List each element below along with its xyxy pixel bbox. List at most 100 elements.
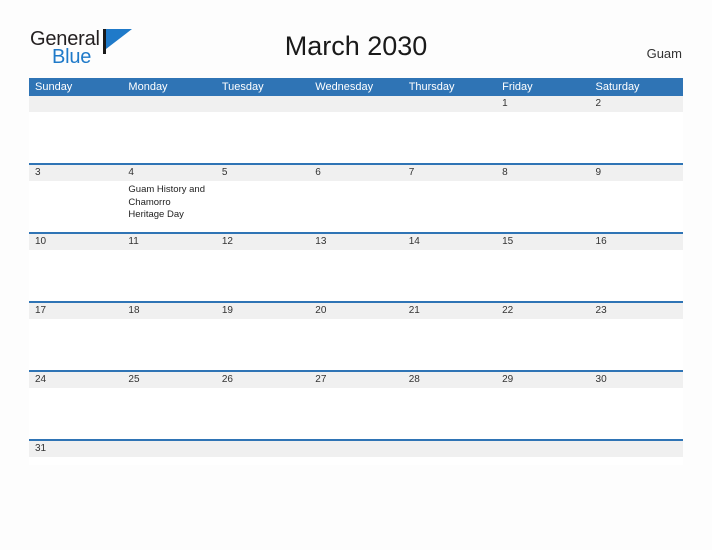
- day-number[interactable]: [403, 441, 496, 457]
- day-number[interactable]: 7: [403, 165, 496, 181]
- day-event[interactable]: Guam History and Chamorro Heritage Day: [122, 181, 215, 232]
- day-event[interactable]: [403, 250, 496, 301]
- day-event[interactable]: [29, 319, 122, 370]
- day-number[interactable]: [216, 96, 309, 112]
- day-event[interactable]: [29, 457, 122, 465]
- day-number[interactable]: 4: [122, 165, 215, 181]
- day-number[interactable]: 11: [122, 234, 215, 250]
- week-event-band: [29, 250, 683, 301]
- weekday-tuesday: Tuesday: [221, 81, 264, 93]
- day-number[interactable]: 22: [496, 303, 589, 319]
- day-number[interactable]: 10: [29, 234, 122, 250]
- day-event[interactable]: [122, 112, 215, 163]
- day-number[interactable]: 23: [590, 303, 683, 319]
- day-event[interactable]: [216, 181, 309, 232]
- day-event[interactable]: [403, 388, 496, 439]
- weekday-friday: Friday: [502, 81, 533, 93]
- day-number[interactable]: 21: [403, 303, 496, 319]
- page-title: March 2030: [284, 31, 428, 61]
- day-number[interactable]: 26: [216, 372, 309, 388]
- day-event[interactable]: [216, 112, 309, 163]
- weekday-header-row: Sunday Monday Tuesday Wednesday Thursday…: [29, 78, 683, 96]
- day-event[interactable]: [122, 457, 215, 465]
- day-number[interactable]: [590, 441, 683, 457]
- day-event[interactable]: [122, 319, 215, 370]
- weekday-saturday: Saturday: [595, 81, 640, 93]
- day-event[interactable]: [403, 457, 496, 465]
- day-event[interactable]: [496, 457, 589, 465]
- day-number[interactable]: 1: [496, 96, 589, 112]
- day-event[interactable]: [216, 388, 309, 439]
- day-event[interactable]: [29, 388, 122, 439]
- day-event[interactable]: [309, 250, 402, 301]
- day-number[interactable]: 9: [590, 165, 683, 181]
- day-number[interactable]: 12: [216, 234, 309, 250]
- day-number[interactable]: 20: [309, 303, 402, 319]
- day-event[interactable]: [309, 457, 402, 465]
- day-number[interactable]: 25: [122, 372, 215, 388]
- day-event[interactable]: [309, 388, 402, 439]
- day-number[interactable]: 19: [216, 303, 309, 319]
- day-number[interactable]: [403, 96, 496, 112]
- day-event[interactable]: [496, 319, 589, 370]
- day-number[interactable]: [122, 96, 215, 112]
- day-event[interactable]: [590, 112, 683, 163]
- week-event-band: [29, 112, 683, 163]
- day-event[interactable]: [29, 250, 122, 301]
- day-number[interactable]: 3: [29, 165, 122, 181]
- day-number[interactable]: [496, 441, 589, 457]
- day-event[interactable]: [590, 388, 683, 439]
- day-event[interactable]: [496, 250, 589, 301]
- day-number[interactable]: 29: [496, 372, 589, 388]
- week-daynumber-band: 1 2: [29, 96, 683, 112]
- day-event[interactable]: [29, 112, 122, 163]
- day-number[interactable]: 13: [309, 234, 402, 250]
- day-event[interactable]: [216, 250, 309, 301]
- day-number[interactable]: 8: [496, 165, 589, 181]
- day-number[interactable]: 30: [590, 372, 683, 388]
- day-number[interactable]: [309, 96, 402, 112]
- day-event[interactable]: [496, 388, 589, 439]
- weekday-sunday: Sunday: [35, 81, 73, 93]
- day-number[interactable]: 24: [29, 372, 122, 388]
- day-number[interactable]: 17: [29, 303, 122, 319]
- day-event[interactable]: [590, 319, 683, 370]
- week-daynumber-band: 17 18 19 20 21 22 23: [29, 303, 683, 319]
- day-event[interactable]: [29, 181, 122, 232]
- day-event[interactable]: [590, 250, 683, 301]
- day-number[interactable]: [122, 441, 215, 457]
- day-number[interactable]: 6: [309, 165, 402, 181]
- week-event-band: [29, 388, 683, 439]
- calendar-grid: Sunday Monday Tuesday Wednesday Thursday…: [29, 78, 683, 465]
- day-event[interactable]: [590, 457, 683, 465]
- day-event[interactable]: [590, 181, 683, 232]
- day-event[interactable]: [216, 457, 309, 465]
- day-number[interactable]: [29, 96, 122, 112]
- weekday-thursday: Thursday: [408, 81, 455, 93]
- day-event[interactable]: [122, 388, 215, 439]
- week-row: 31: [29, 439, 683, 465]
- day-number[interactable]: [216, 441, 309, 457]
- day-event[interactable]: [309, 181, 402, 232]
- day-event[interactable]: [403, 319, 496, 370]
- day-number[interactable]: 27: [309, 372, 402, 388]
- day-event[interactable]: [309, 112, 402, 163]
- day-number[interactable]: [309, 441, 402, 457]
- day-number[interactable]: 28: [403, 372, 496, 388]
- week-row: 17 18 19 20 21 22 23: [29, 301, 683, 370]
- day-event[interactable]: [496, 112, 589, 163]
- day-number[interactable]: 5: [216, 165, 309, 181]
- day-event[interactable]: [403, 112, 496, 163]
- day-number[interactable]: 16: [590, 234, 683, 250]
- day-number[interactable]: 14: [403, 234, 496, 250]
- week-event-band: Guam History and Chamorro Heritage Day: [29, 181, 683, 232]
- day-event[interactable]: [403, 181, 496, 232]
- day-number[interactable]: 18: [122, 303, 215, 319]
- day-number[interactable]: 2: [590, 96, 683, 112]
- day-event[interactable]: [309, 319, 402, 370]
- day-event[interactable]: [496, 181, 589, 232]
- day-number[interactable]: 15: [496, 234, 589, 250]
- day-number[interactable]: 31: [29, 441, 122, 457]
- day-event[interactable]: [122, 250, 215, 301]
- day-event[interactable]: [216, 319, 309, 370]
